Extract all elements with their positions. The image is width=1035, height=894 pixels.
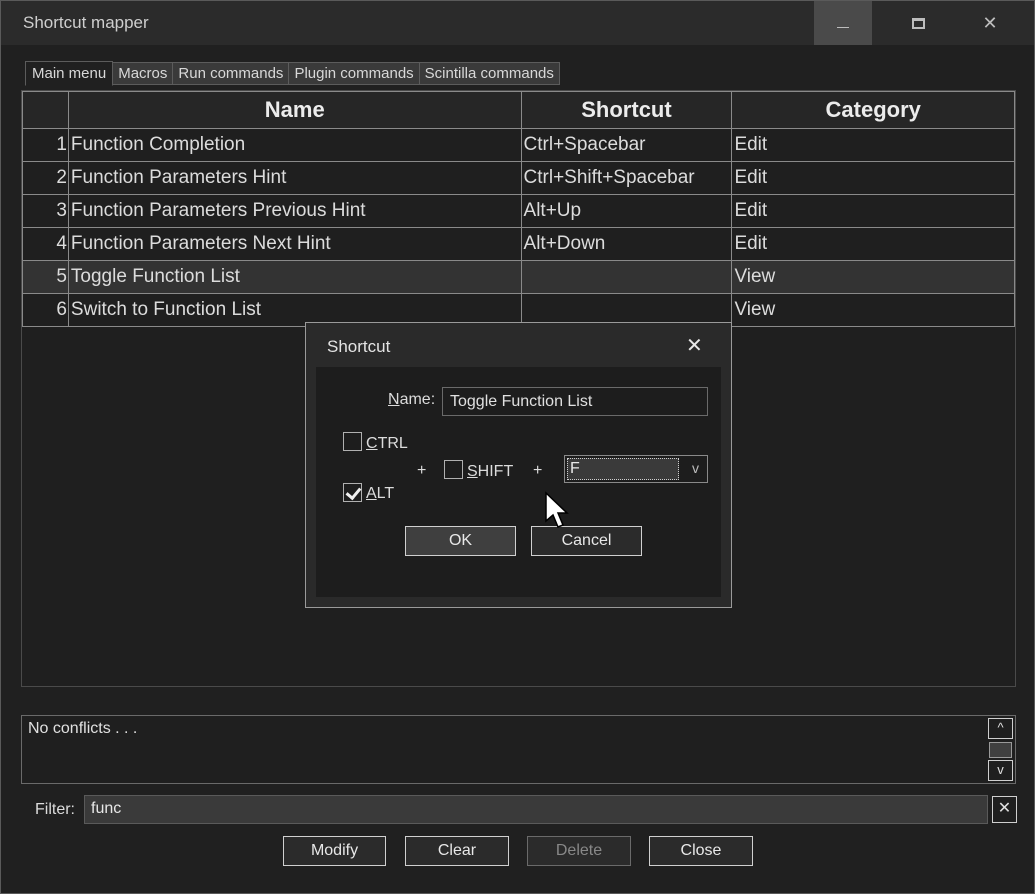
table-row[interactable]: 4 Function Parameters Next Hint Alt+Down…: [22, 227, 1015, 261]
table-row[interactable]: 2 Function Parameters Hint Ctrl+Shift+Sp…: [22, 161, 1015, 195]
table-row[interactable]: 1 Function Completion Ctrl+Spacebar Edit: [22, 128, 1015, 162]
shortcut-dialog: Shortcut ✕ Name: Toggle Function List CT…: [305, 322, 732, 608]
header-row: Name Shortcut Category: [22, 91, 1015, 129]
filter-input[interactable]: func: [84, 795, 988, 824]
dialog-title: Shortcut: [327, 337, 391, 356]
conflict-message: No conflicts . . .: [28, 720, 138, 737]
row-name[interactable]: Toggle Function List: [67, 260, 522, 294]
scroll-down-icon[interactable]: v: [988, 760, 1013, 781]
row-name[interactable]: Function Parameters Next Hint: [67, 227, 522, 261]
row-number: 6: [22, 293, 69, 327]
close-icon: ✕: [997, 800, 1012, 817]
delete-button[interactable]: Delete: [527, 836, 631, 866]
row-category[interactable]: Edit: [731, 128, 1015, 162]
row-name[interactable]: Function Parameters Previous Hint: [67, 194, 522, 228]
ctrl-label[interactable]: CTRL: [366, 435, 408, 453]
filter-clear-button[interactable]: ✕: [992, 796, 1017, 823]
alt-label[interactable]: ALT: [366, 485, 394, 503]
row-shortcut[interactable]: Ctrl+Spacebar: [520, 128, 733, 162]
maximize-button[interactable]: [889, 1, 947, 45]
close-button[interactable]: Close: [649, 836, 753, 866]
row-number: 4: [22, 227, 69, 261]
row-category[interactable]: Edit: [731, 227, 1015, 261]
chevron-down-icon[interactable]: v: [692, 460, 699, 476]
title-bar[interactable]: Shortcut mapper ✕: [1, 1, 1034, 45]
shortcut-mapper-window: Shortcut mapper ✕ Main menu Macros Run c…: [0, 0, 1035, 894]
row-number: 1: [22, 128, 69, 162]
key-select-value: F: [567, 458, 679, 480]
mouse-cursor-icon: [545, 491, 569, 528]
name-label: Name:: [388, 391, 436, 408]
modify-button[interactable]: Modify: [283, 836, 386, 866]
tab-macros[interactable]: Macros: [112, 62, 174, 85]
clear-button[interactable]: Clear: [405, 836, 509, 866]
plus-sign: +: [417, 462, 427, 479]
table-row-selected[interactable]: 5 Toggle Function List View: [22, 260, 1015, 294]
row-number: 3: [22, 194, 69, 228]
row-shortcut[interactable]: Alt+Down: [520, 227, 733, 261]
shortcut-table: Name Shortcut Category 1 Function Comple…: [22, 91, 1015, 327]
row-number: 5: [22, 260, 69, 294]
row-shortcut[interactable]: Alt+Up: [520, 194, 733, 228]
column-header-shortcut[interactable]: Shortcut: [520, 91, 733, 129]
minimize-icon: [837, 26, 849, 28]
column-header-category[interactable]: Category: [731, 91, 1015, 129]
conflict-output: No conflicts . . . ^ v: [21, 715, 1016, 784]
tab-scintilla-commands[interactable]: Scintilla commands: [418, 62, 560, 85]
minimize-button[interactable]: [814, 1, 872, 45]
close-icon: ✕: [982, 12, 998, 33]
ok-button[interactable]: OK: [405, 526, 516, 556]
column-header-index[interactable]: [22, 91, 69, 129]
scroll-up-icon[interactable]: ^: [988, 718, 1013, 739]
row-name[interactable]: Function Parameters Hint: [67, 161, 522, 195]
row-category[interactable]: View: [731, 293, 1015, 327]
window-close-button[interactable]: ✕: [961, 1, 1019, 45]
row-shortcut[interactable]: [520, 260, 733, 294]
alt-checkbox[interactable]: [343, 483, 362, 502]
tab-run-commands[interactable]: Run commands: [172, 62, 290, 85]
row-name[interactable]: Function Completion: [67, 128, 522, 162]
window-title: Shortcut mapper: [23, 13, 149, 32]
dialog-close-icon[interactable]: ✕: [686, 333, 703, 358]
row-category[interactable]: View: [731, 260, 1015, 294]
plus-sign: +: [533, 462, 543, 479]
shift-checkbox[interactable]: [444, 460, 463, 479]
scroll-thumb[interactable]: [989, 742, 1012, 758]
row-category[interactable]: Edit: [731, 194, 1015, 228]
row-shortcut[interactable]: Ctrl+Shift+Spacebar: [520, 161, 733, 195]
column-header-name[interactable]: Name: [67, 91, 522, 129]
ctrl-checkbox[interactable]: [343, 432, 362, 451]
row-number: 2: [22, 161, 69, 195]
name-field[interactable]: Toggle Function List: [442, 387, 708, 416]
row-category[interactable]: Edit: [731, 161, 1015, 195]
tab-main-menu[interactable]: Main menu: [25, 61, 114, 86]
dialog-body: Name: Toggle Function List CTRL + SHIFT …: [316, 367, 721, 597]
maximize-icon: [911, 17, 925, 29]
output-scrollbar[interactable]: ^ v: [988, 718, 1013, 781]
table-row[interactable]: 3 Function Parameters Previous Hint Alt+…: [22, 194, 1015, 228]
filter-label: Filter:: [35, 801, 75, 818]
category-tabs: Main menu Macros Run commands Plugin com…: [25, 61, 560, 86]
shift-label[interactable]: SHIFT: [467, 463, 513, 481]
tab-plugin-commands[interactable]: Plugin commands: [288, 62, 420, 85]
key-select[interactable]: F v: [564, 455, 708, 483]
